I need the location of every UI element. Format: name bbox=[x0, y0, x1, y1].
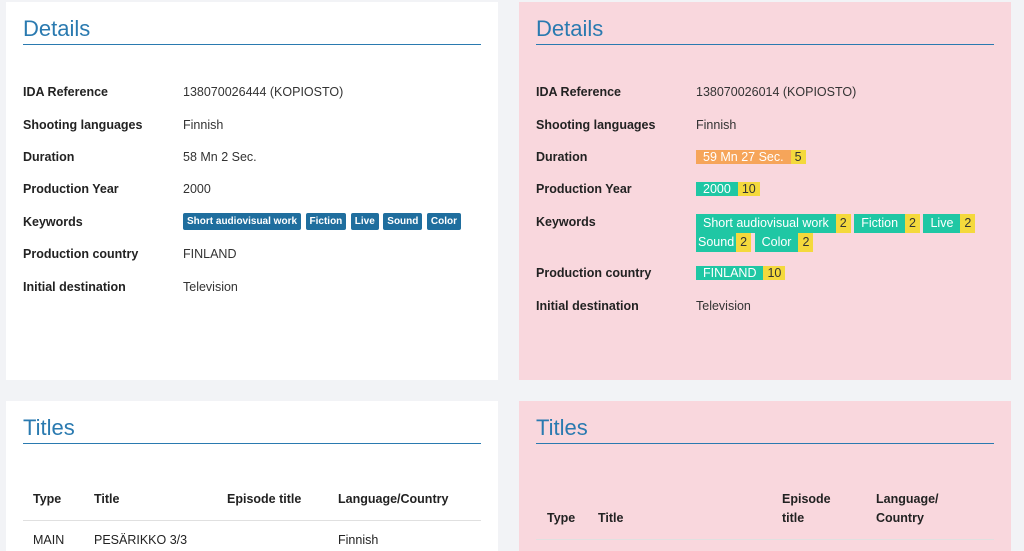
year-value: 2000 10 bbox=[696, 182, 1001, 196]
left-details-heading: Details bbox=[23, 16, 481, 45]
col-type[interactable]: Type bbox=[33, 490, 61, 509]
duration-score: 5 bbox=[790, 150, 806, 164]
year-value: 2000 bbox=[183, 182, 211, 196]
table-divider bbox=[536, 539, 994, 540]
right-titles-panel: Titles Type Title Episode title Language… bbox=[519, 401, 1011, 551]
ida-value: 138070026444 (KOPIOSTO) bbox=[183, 85, 344, 99]
ida-value: 138070026014 (KOPIOSTO) bbox=[696, 85, 857, 99]
keyword-tag[interactable]: Fiction bbox=[305, 213, 347, 230]
keyword-match: Fiction bbox=[854, 214, 906, 233]
keyword-match: Short audiovisual work bbox=[696, 214, 836, 233]
keywords-label: Keywords bbox=[23, 215, 83, 229]
keywords-list: Short audiovisual work Fiction Live Soun… bbox=[183, 213, 488, 230]
table-divider bbox=[23, 520, 481, 521]
lang-label: Shooting languages bbox=[23, 118, 143, 132]
keyword-tag[interactable]: Color bbox=[426, 213, 461, 230]
keyword-match: Sound bbox=[696, 233, 737, 252]
col-episode-line1: Episode bbox=[782, 492, 831, 506]
row-type: MAIN bbox=[33, 533, 65, 547]
col-episode-line2: title bbox=[782, 511, 805, 525]
keyword-tag[interactable]: Short audiovisual work bbox=[183, 213, 302, 230]
right-details-heading: Details bbox=[536, 16, 994, 45]
country-label: Production country bbox=[536, 266, 652, 280]
lang-value: Finnish bbox=[183, 118, 224, 132]
keywords-list: Short audiovisual work 2 Fiction 2 Live 2So… bbox=[696, 214, 1001, 252]
keyword-match: Color bbox=[754, 233, 799, 252]
destination-label: Initial destination bbox=[536, 299, 639, 313]
keyword-score: 2 bbox=[736, 233, 752, 252]
destination-value: Television bbox=[183, 280, 238, 294]
col-language-country[interactable]: Language/ Country bbox=[876, 490, 939, 528]
col-lang-line1: Language/ bbox=[876, 492, 939, 506]
duration-label: Duration bbox=[536, 150, 588, 164]
col-lang-line2: Country bbox=[876, 511, 924, 525]
country-label: Production country bbox=[23, 247, 139, 261]
right-details-panel: Details IDA Reference 138070026014 (KOPI… bbox=[519, 2, 1011, 380]
keyword-score: 2 bbox=[835, 214, 851, 233]
country-score: 10 bbox=[763, 266, 786, 280]
country-value: FINLAND bbox=[183, 247, 237, 261]
duration-value: 59 Mn 27 Sec. 5 bbox=[696, 150, 1001, 164]
country-match-value: FINLAND bbox=[696, 266, 764, 280]
year-score: 10 bbox=[737, 182, 760, 196]
row-language: Finnish bbox=[338, 533, 379, 547]
keyword-score: 2 bbox=[905, 214, 920, 233]
year-match-value: 2000 bbox=[696, 182, 738, 196]
destination-label: Initial destination bbox=[23, 280, 126, 294]
col-title[interactable]: Title bbox=[94, 490, 119, 509]
left-titles-heading: Titles bbox=[23, 415, 481, 444]
keyword-score: 2 bbox=[798, 233, 814, 252]
year-label: Production Year bbox=[23, 182, 119, 196]
right-titles-heading: Titles bbox=[536, 415, 994, 444]
left-titles-panel: Titles Type Title Episode title Language… bbox=[6, 401, 498, 551]
lang-label: Shooting languages bbox=[536, 118, 656, 132]
duration-label: Duration bbox=[23, 150, 75, 164]
col-type[interactable]: Type bbox=[547, 509, 575, 528]
duration-value: 58 Mn 2 Sec. bbox=[183, 150, 257, 164]
col-title[interactable]: Title bbox=[598, 509, 623, 528]
country-value: FINLAND 10 bbox=[696, 266, 1001, 280]
keyword-tag[interactable]: Sound bbox=[383, 213, 423, 230]
keyword-tag[interactable]: Live bbox=[350, 213, 379, 230]
keyword-score: 2 bbox=[960, 214, 976, 233]
keywords-label: Keywords bbox=[536, 215, 596, 229]
ida-label: IDA Reference bbox=[536, 85, 621, 99]
col-episode-title[interactable]: Episode title bbox=[782, 490, 831, 528]
keyword-match: Live bbox=[923, 214, 961, 233]
ida-label: IDA Reference bbox=[23, 85, 108, 99]
left-details-panel: Details IDA Reference 138070026444 (KOPI… bbox=[6, 2, 498, 380]
col-language-country[interactable]: Language/Country bbox=[338, 490, 448, 509]
destination-value: Television bbox=[696, 299, 751, 313]
row-title: PESÄRIKKO 3/3 bbox=[94, 533, 188, 547]
lang-value: Finnish bbox=[696, 118, 737, 132]
duration-diff-value: 59 Mn 27 Sec. bbox=[696, 150, 791, 164]
col-episode-title[interactable]: Episode title bbox=[227, 490, 301, 509]
year-label: Production Year bbox=[536, 182, 632, 196]
